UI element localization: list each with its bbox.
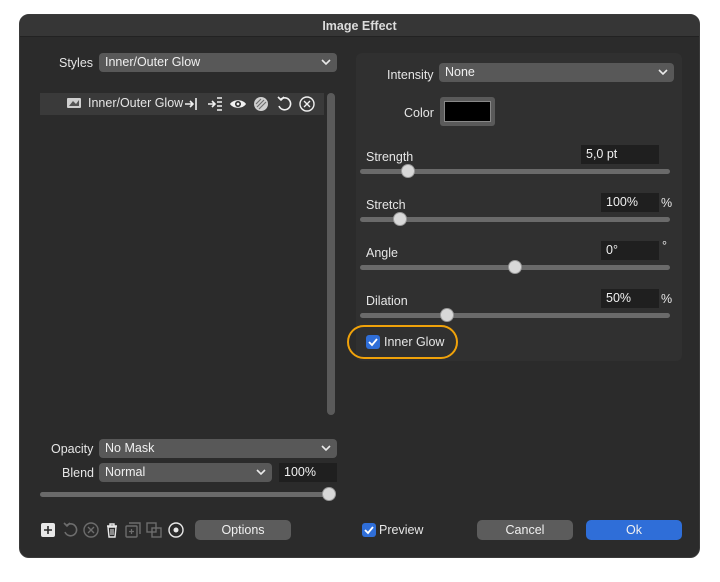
blend-label: Blend [62, 466, 94, 480]
dilation-slider-thumb[interactable] [439, 308, 454, 322]
style-list-item-label: Inner/Outer Glow [88, 96, 184, 110]
dilation-label: Dilation [366, 294, 408, 308]
undo-icon[interactable] [275, 95, 293, 113]
color-swatch [444, 101, 491, 122]
trash-icon[interactable] [103, 521, 121, 539]
fx-icon [67, 98, 81, 108]
angle-label: Angle [366, 246, 398, 260]
add-icon[interactable] [39, 521, 57, 539]
reset-icon [63, 522, 78, 537]
opacity-label: Opacity [51, 442, 94, 456]
stretch-label: Stretch [366, 198, 406, 212]
intensity-select-value: None [445, 65, 475, 79]
layers-icon[interactable] [252, 95, 270, 113]
opacity-slider-thumb[interactable] [322, 487, 336, 501]
chevron-down-icon [658, 69, 668, 76]
strength-label: Strength [366, 150, 414, 164]
preview-label: Preview [379, 523, 424, 537]
duplicate-icon [125, 522, 141, 538]
stretch-slider-thumb[interactable] [392, 212, 407, 226]
angle-field[interactable]: 0° [601, 241, 659, 260]
dilation-field[interactable]: 50% [601, 289, 659, 308]
chevron-down-icon [256, 469, 266, 476]
preview-checkbox[interactable] [362, 523, 376, 537]
blend-select[interactable]: Normal [99, 463, 272, 482]
styles-label: Styles [59, 56, 94, 70]
stretch-field[interactable]: 100% [601, 193, 659, 212]
intensity-select[interactable]: None [439, 63, 674, 82]
opacity-select[interactable]: No Mask [99, 439, 337, 458]
inner-glow-highlight [347, 325, 458, 359]
image-effect-dialog: Image Effect Styles Inner/Outer Glow Inn… [19, 14, 700, 558]
eye-icon[interactable] [229, 95, 247, 113]
styles-select[interactable]: Inner/Outer Glow [99, 53, 337, 72]
style-list-item[interactable]: Inner/Outer Glow [40, 93, 324, 115]
styles-select-value: Inner/Outer Glow [105, 55, 201, 69]
dilation-unit: % [661, 292, 673, 306]
merge-icon [146, 522, 162, 538]
move-list-icon[interactable] [206, 95, 224, 113]
strength-field[interactable]: 5,0 pt [581, 145, 659, 164]
checkmark-icon [364, 526, 374, 535]
styles-scrollbar[interactable] [327, 93, 335, 415]
color-well[interactable] [440, 97, 495, 126]
chevron-down-icon [321, 59, 331, 66]
effect-settings-panel: Intensity None Color Strength 5,0 pt Str… [356, 53, 682, 361]
chevron-down-icon [321, 445, 331, 452]
opacity-select-value: No Mask [105, 441, 155, 455]
clear-icon [83, 522, 99, 538]
stretch-unit: % [661, 196, 673, 210]
blend-select-value: Normal [105, 465, 146, 479]
intensity-label: Intensity [387, 68, 434, 82]
options-button[interactable]: Options [195, 520, 291, 540]
dilation-slider-track[interactable] [360, 313, 670, 318]
move-in-icon[interactable] [183, 95, 201, 113]
close-circle-icon[interactable] [298, 95, 316, 113]
color-label: Color [404, 106, 434, 120]
angle-slider-thumb[interactable] [508, 260, 522, 274]
target-icon[interactable] [167, 521, 185, 539]
opacity-slider-track[interactable] [40, 492, 336, 497]
cancel-button[interactable]: Cancel [477, 520, 573, 540]
ok-button[interactable]: Ok [586, 520, 682, 540]
angle-unit: ° [662, 239, 667, 253]
window-title: Image Effect [20, 15, 699, 37]
strength-slider-thumb[interactable] [401, 164, 416, 178]
blend-percent-field[interactable]: 100% [279, 463, 337, 482]
